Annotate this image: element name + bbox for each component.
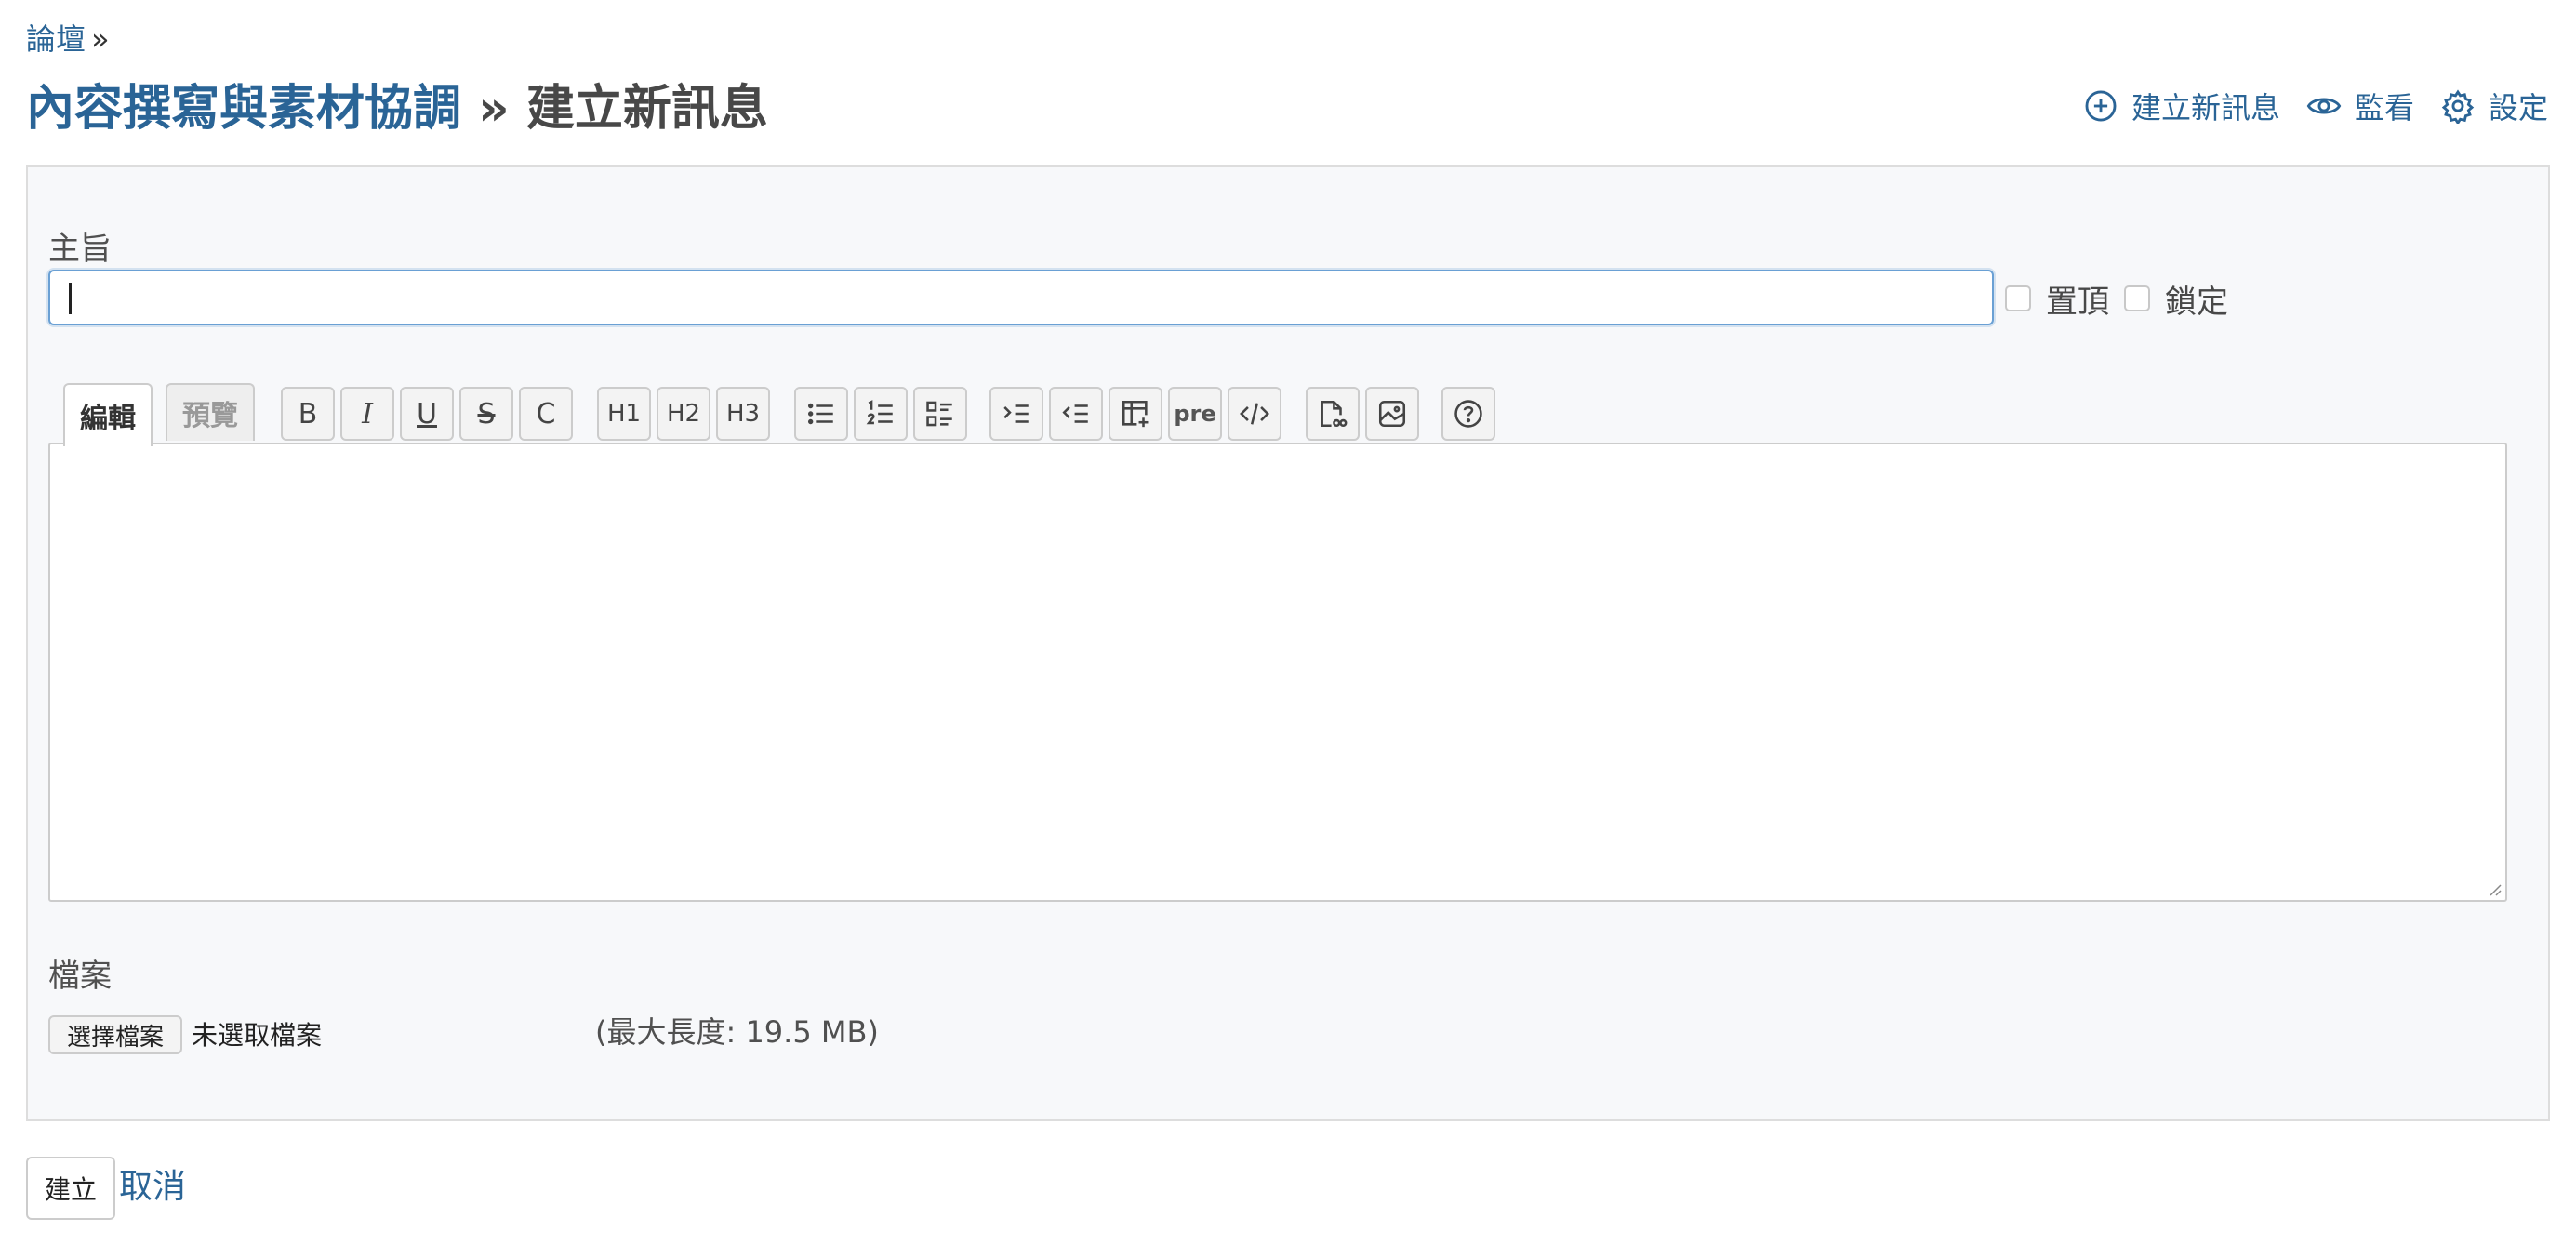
locked-option[interactable]: 鎖定	[2124, 275, 2228, 322]
content-textarea[interactable]	[48, 443, 2507, 902]
sticky-option[interactable]: 置頂	[2005, 275, 2109, 322]
contextual-actions: 建立新訊息 監看 設定	[2057, 86, 2548, 126]
h1-label: H1	[606, 400, 642, 428]
resize-handle-icon[interactable]	[2487, 881, 2502, 896]
tab-preview[interactable]: 預覽	[166, 383, 255, 441]
underline-label: U	[417, 397, 437, 430]
subject-label: 主旨	[48, 231, 112, 268]
gear-icon	[2441, 89, 2475, 124]
table-add-icon	[1122, 400, 1149, 428]
locked-checkbox[interactable]	[2124, 285, 2150, 311]
task-list-icon	[926, 401, 952, 427]
locked-label: 鎖定	[2165, 283, 2228, 321]
image-icon	[1378, 400, 1406, 428]
indent-icon	[1003, 404, 1029, 423]
file-link-icon	[1321, 400, 1348, 428]
bold-button[interactable]: B	[281, 387, 335, 441]
board-title-link[interactable]: 內容撰寫與素材協調	[26, 81, 461, 137]
message-form-box: 主旨 置頂 鎖定 編輯 預覽 B I U S C H1 H2 H3 pre 檔案…	[26, 165, 2550, 1121]
cancel-link[interactable]: 取消	[119, 1164, 186, 1211]
bullet-list-button[interactable]	[794, 387, 848, 441]
attachment-link-button[interactable]	[1306, 387, 1360, 441]
code-block-button[interactable]	[1228, 387, 1281, 441]
sticky-label: 置頂	[2046, 283, 2109, 321]
breadcrumb: 論壇»	[26, 19, 110, 60]
insert-image-button[interactable]	[1365, 387, 1419, 441]
max-file-size-text: (最大長度: 19.5 MB)	[595, 1014, 879, 1050]
tab-edit[interactable]: 編輯	[63, 383, 153, 446]
no-file-chosen-text: 未選取檔案	[192, 1020, 323, 1051]
code-icon	[1240, 403, 1269, 425]
strikethrough-button[interactable]: S	[459, 387, 513, 441]
heading-1-button[interactable]: H1	[597, 387, 651, 441]
title-separator: »	[478, 81, 510, 137]
settings-label: 設定	[2488, 90, 2548, 126]
breadcrumb-forum-link[interactable]: 論壇	[26, 21, 86, 57]
bullet-list-icon	[807, 403, 833, 425]
settings-link[interactable]: 設定	[2440, 85, 2548, 127]
add-circle-icon	[2085, 90, 2117, 122]
files-label: 檔案	[48, 958, 112, 995]
pre-label: pre	[1174, 401, 1216, 427]
watch-link[interactable]: 監看	[2306, 85, 2414, 127]
heading-2-button[interactable]: H2	[657, 387, 710, 441]
new-message-label: 建立新訊息	[2131, 90, 2280, 126]
preformatted-button[interactable]: pre	[1168, 387, 1222, 441]
subject-input[interactable]	[48, 270, 1994, 325]
bold-label: B	[298, 397, 318, 430]
text-caret	[69, 283, 72, 314]
task-list-button[interactable]	[913, 387, 967, 441]
indent-button[interactable]	[989, 387, 1043, 441]
strike-label: S	[477, 397, 496, 430]
numbered-list-button[interactable]	[854, 387, 908, 441]
breadcrumb-separator: »	[91, 21, 110, 57]
heading-3-button[interactable]: H3	[716, 387, 770, 441]
h3-label: H3	[725, 400, 761, 428]
create-button[interactable]: 建立	[26, 1157, 116, 1220]
sticky-checkbox[interactable]	[2005, 285, 2031, 311]
choose-file-button[interactable]: 選擇檔案	[48, 1015, 183, 1054]
watch-label: 監看	[2354, 90, 2414, 126]
underline-button[interactable]: U	[400, 387, 454, 441]
eye-icon	[2306, 98, 2342, 114]
italic-label: I	[362, 397, 373, 430]
help-icon	[1454, 400, 1482, 428]
page-title: 內容撰寫與素材協調 » 建立新訊息	[26, 76, 768, 141]
italic-button[interactable]: I	[340, 387, 394, 441]
inline-code-button[interactable]: C	[519, 387, 573, 441]
title-page-name: 建立新訊息	[525, 81, 768, 137]
numbered-list-icon	[866, 400, 893, 425]
h2-label: H2	[666, 400, 701, 428]
new-message-link[interactable]: 建立新訊息	[2083, 85, 2280, 127]
outdent-icon	[1062, 404, 1088, 423]
help-button[interactable]	[1441, 387, 1495, 441]
outdent-button[interactable]	[1049, 387, 1103, 441]
inline-code-label: C	[536, 397, 556, 430]
insert-table-button[interactable]	[1109, 387, 1162, 441]
